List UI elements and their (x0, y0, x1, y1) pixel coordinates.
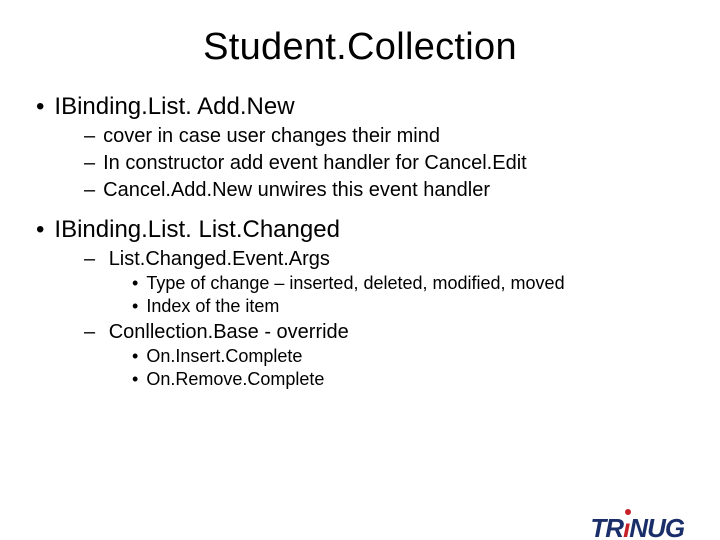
slide-content: •IBinding.List. Add.New –cover in case u… (0, 93, 720, 390)
disc-icon: • (36, 216, 44, 243)
bullet-lvl2: –Cancel.Add.New unwires this event handl… (36, 179, 680, 202)
bullet-lvl2: – List.Changed.Event.Args (36, 248, 680, 271)
bullet-text: On.Remove.Complete (146, 369, 324, 389)
disc-icon: • (132, 346, 138, 366)
disc-icon: • (132, 369, 138, 389)
bullet-text: cover in case user changes their mind (103, 125, 440, 147)
dash-icon: – (84, 125, 95, 147)
bullet-lvl3: • Index of the item (36, 296, 680, 317)
disc-icon: • (132, 296, 138, 316)
logo-part-tr: TR (590, 513, 623, 540)
bullet-lvl3: • Type of change – inserted, deleted, mod… (36, 273, 680, 294)
slide: Student.Collection • IBinding.List. Add.N… (0, 26, 720, 540)
bullet-text: Conllection.Base - override (109, 321, 349, 343)
logo-main: TRıNUG (590, 524, 684, 540)
logo-part-nug: NUG (629, 513, 684, 540)
dash-icon: – (84, 321, 95, 343)
bullet-lvl2: –cover in case user changes their mind (36, 125, 680, 148)
bullet-text: On.Insert.Complete (146, 346, 302, 366)
bullet-lvl1: • IBinding.List. List.Changed (36, 216, 680, 244)
bullet-text: Type of change – inserted, deleted, modi… (146, 273, 564, 293)
dash-icon: – (84, 152, 95, 174)
bullet-text: Index of the item (146, 296, 279, 316)
bullet-text: Cancel.Add.New unwires this event handle… (103, 179, 490, 201)
dash-icon: – (84, 248, 95, 270)
disc-icon: • (132, 273, 138, 293)
bullet-text: In constructor add event handler for Can… (103, 152, 527, 174)
bullet-lvl3: • On.Insert.Complete (36, 346, 680, 367)
dash-icon: – (84, 179, 95, 201)
bullet-text: List.Changed.Event.Args (109, 248, 330, 270)
bullet-text: IBinding.List. List.Changed (54, 216, 340, 243)
slide-title: Student.Collection (0, 26, 720, 69)
bullet-text: IBinding.List. Add.New (54, 93, 294, 120)
disc-icon: • (36, 93, 44, 120)
bullet-lvl2: –In constructor add event handler for Ca… (36, 152, 680, 175)
bullet-lvl2: – Conllection.Base - override (36, 321, 680, 344)
trinug-logo: TRıNUG TriangleNet User Group (590, 515, 702, 540)
logo-part-i: ı (623, 513, 629, 540)
bullet-lvl3: • On.Remove.Complete (36, 369, 680, 390)
bullet-lvl1: • IBinding.List. Add.New (36, 93, 680, 121)
